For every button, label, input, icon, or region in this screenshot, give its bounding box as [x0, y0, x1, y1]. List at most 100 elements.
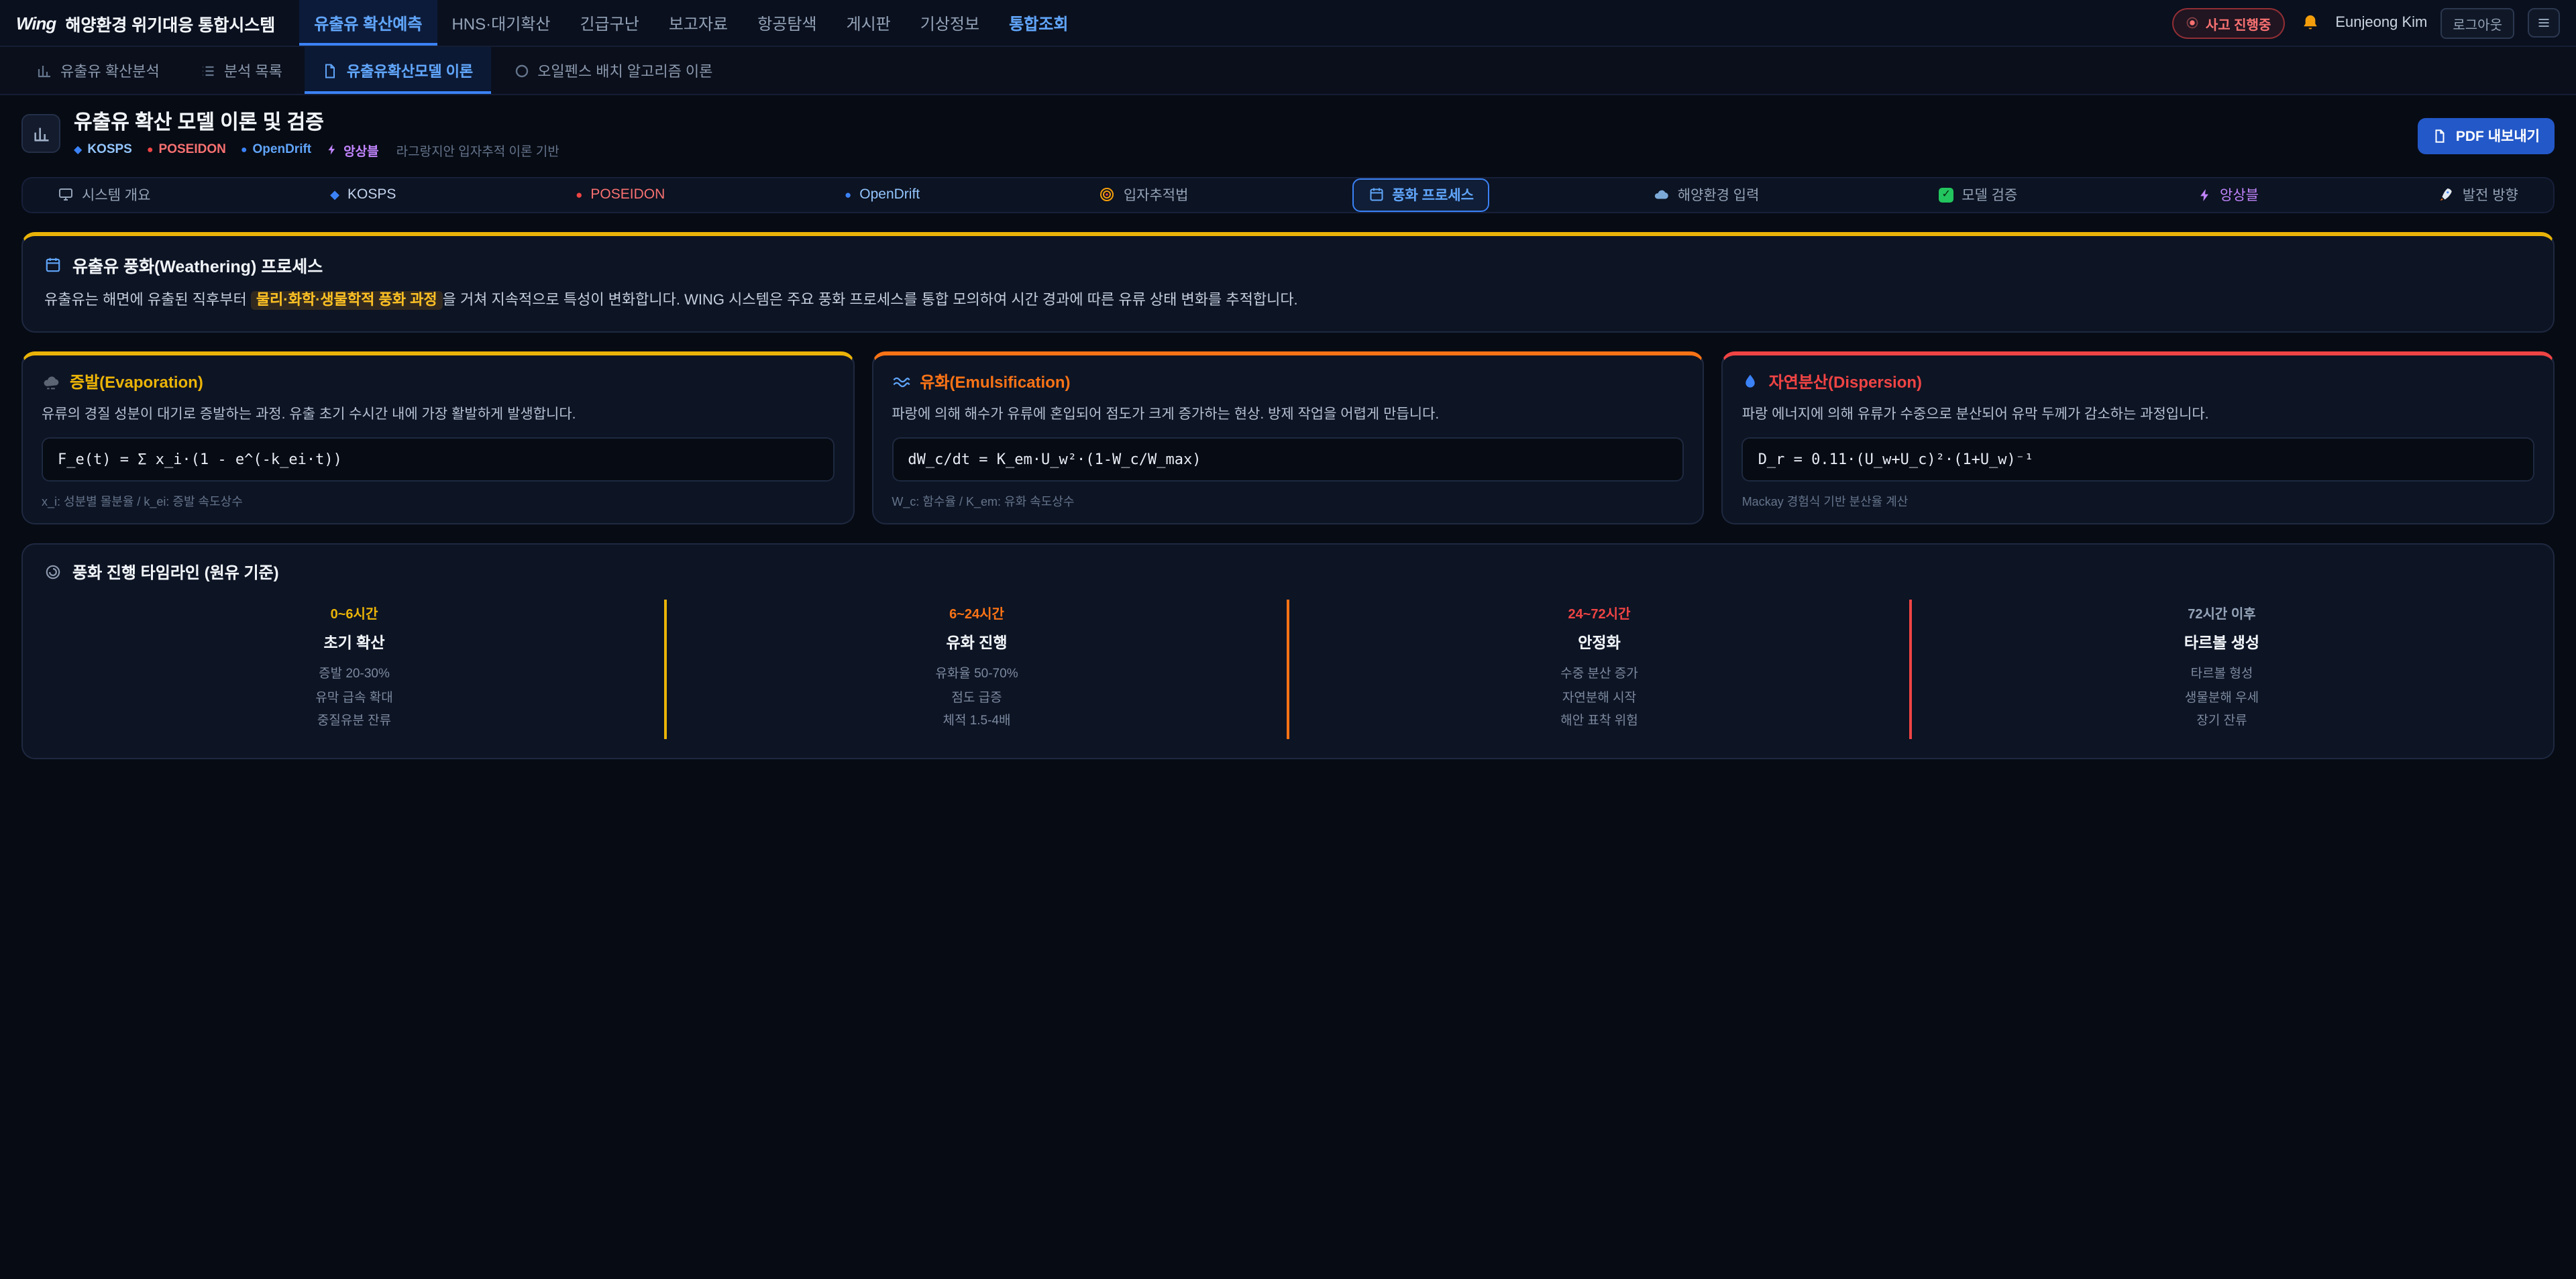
- page-content: 유출유 확산 모델 이론 및 검증 ◆ KOSPS ● POSEIDON ● O…: [0, 95, 2576, 759]
- bell-icon: [2300, 13, 2319, 32]
- brand[interactable]: Wing 해양환경 위기대응 통합시스템: [16, 0, 294, 46]
- logout-button[interactable]: 로그아웃: [2440, 7, 2514, 38]
- pdf-export-button[interactable]: PDF 내보내기: [2418, 118, 2555, 154]
- section-tab-label: 시스템 개요: [82, 184, 150, 205]
- timeline-title-row: 풍화 진행 타임라인 (원유 기준): [44, 561, 2532, 584]
- dot-icon: ●: [241, 144, 248, 155]
- incident-status-badge[interactable]: 사고 진행중: [2172, 7, 2285, 38]
- timeline-stage-after-72h: 72시간 이후 타르볼 생성 타르볼 형성 생물분해 우세 장기 잔류: [1909, 600, 2532, 739]
- stage-title: 유화 진행: [680, 632, 1273, 654]
- stage-item: 중질유분 잔류: [58, 710, 651, 734]
- stage-item: 증발 20-30%: [58, 663, 651, 687]
- section-tab-label: 해양환경 입력: [1678, 184, 1760, 205]
- stage-item: 해안 표착 위험: [1303, 710, 1896, 734]
- nav-item-emergency-rescue[interactable]: 긴급구난: [565, 0, 653, 46]
- badge-label: POSEIDON: [159, 142, 226, 157]
- hamburger-menu-button[interactable]: [2528, 8, 2560, 38]
- tab-analysis-list[interactable]: 분석 목록: [182, 47, 300, 94]
- pdf-button-label: PDF 내보내기: [2456, 126, 2540, 146]
- badge-label: KOSPS: [87, 142, 132, 157]
- section-tab-future-direction[interactable]: 발전 방향: [2422, 178, 2534, 211]
- desc-text: 을 거쳐 지속적으로 특성이 변화합니다. WING 시스템은 주요 풍화 프로…: [443, 292, 1298, 308]
- section-tab-ensemble[interactable]: 앙상블: [2181, 178, 2275, 211]
- badge-ensemble: 앙상블: [326, 140, 378, 159]
- monitor-icon: [58, 186, 74, 203]
- section-tab-weathering-process[interactable]: 풍화 프로세스: [1352, 178, 1490, 211]
- nav-item-reports[interactable]: 보고자료: [654, 0, 743, 46]
- timeline-stage-24-72h: 24~72시간 안정화 수중 분산 증가 자연분해 시작 해안 표착 위험: [1287, 600, 1909, 739]
- stage-item: 생물분해 우세: [1925, 687, 2518, 710]
- alert-dot-icon: [2186, 16, 2199, 30]
- page-title: 유출유 확산 모델 이론 및 검증: [74, 113, 559, 135]
- card-dispersion: 자연분산(Dispersion) 파랑 에너지에 의해 유류가 수중으로 분산되…: [1722, 351, 2555, 525]
- page-icon-box: [21, 114, 60, 153]
- stage-item: 점도 급증: [680, 687, 1273, 710]
- page-header-text: 유출유 확산 모델 이론 및 검증 ◆ KOSPS ● POSEIDON ● O…: [74, 113, 559, 159]
- formula-note: x_i: 성분별 몰분율 / k_ei: 증발 속도상수: [42, 493, 834, 510]
- tab-label: 유출유 확산분석: [60, 60, 160, 81]
- export-document-icon: [2433, 129, 2448, 144]
- tab-spill-analysis[interactable]: 유출유 확산분석: [19, 47, 177, 94]
- target-icon: [1099, 186, 1116, 203]
- diamond-icon: ◆: [74, 144, 82, 155]
- page-header: 유출유 확산 모델 이론 및 검증 ◆ KOSPS ● POSEIDON ● O…: [21, 113, 2555, 159]
- calendar-grid-icon: [1368, 186, 1384, 203]
- nav-item-board[interactable]: 게시판: [832, 0, 906, 46]
- section-tab-ocean-env-input[interactable]: 해양환경 입력: [1638, 178, 1776, 211]
- nav-item-weather-info[interactable]: 기상정보: [906, 0, 994, 46]
- stage-title: 초기 확산: [58, 632, 651, 654]
- timeline-stage-0-6h: 0~6시간 초기 확산 증발 20-30% 유막 급속 확대 중질유분 잔류: [44, 600, 664, 739]
- chart-icon: [36, 62, 52, 78]
- section-tab-label: 풍화 프로세스: [1392, 184, 1474, 205]
- stage-item: 유화율 50-70%: [680, 663, 1273, 687]
- document-icon: [323, 62, 339, 78]
- calendar-grid-icon: [44, 256, 62, 273]
- nav-item-hns-air-diffusion[interactable]: HNS·대기확산: [437, 0, 565, 46]
- tab-diffusion-model-theory[interactable]: 유출유확산모델 이론: [305, 47, 490, 94]
- section-tab-model-validation[interactable]: ✓ 모델 검증: [1923, 178, 2033, 211]
- cyclone-icon: [44, 564, 62, 581]
- stage-item: 자연분해 시작: [1303, 687, 1896, 710]
- cloud-icon: [1654, 186, 1670, 203]
- section-tab-particle-tracking[interactable]: 입자추적법: [1083, 178, 1205, 211]
- timeline-grid: 0~6시간 초기 확산 증발 20-30% 유막 급속 확대 중질유분 잔류 6…: [44, 600, 2532, 739]
- subnav-tabbar: 유출유 확산분석 분석 목록 유출유확산모델 이론 오일펜스 배치 알고리즘 이…: [0, 47, 2576, 95]
- section-tab-label: 모델 검증: [1962, 184, 2017, 205]
- card-description: 파랑에 의해 해수가 유류에 혼입되어 점도가 크게 증가하는 현상. 방제 작…: [892, 404, 1684, 426]
- stage-item: 유막 급속 확대: [58, 687, 651, 710]
- hamburger-icon: [2537, 15, 2551, 31]
- badge-label: OpenDrift: [253, 142, 312, 157]
- section-tab-poseidon[interactable]: ● POSEIDON: [559, 180, 681, 209]
- section-tab-system-overview[interactable]: 시스템 개요: [42, 178, 166, 211]
- section-tab-label: KOSPS: [347, 186, 396, 203]
- section-tabbar: 시스템 개요 ◆ KOSPS ● POSEIDON ● OpenDrift: [21, 176, 2555, 213]
- card-title-row: 유화(Emulsification): [892, 370, 1684, 393]
- tab-oil-fence-algorithm-theory[interactable]: 오일펜스 배치 알고리즘 이론: [496, 47, 730, 94]
- incident-badge-label: 사고 진행중: [2206, 13, 2271, 33]
- section-tab-opendrift[interactable]: ● OpenDrift: [828, 180, 936, 209]
- nav-item-oil-spill-prediction[interactable]: 유출유 확산예측: [299, 0, 437, 46]
- stage-time: 6~24시간: [680, 603, 1273, 623]
- card-title: 유화(Emulsification): [920, 370, 1070, 393]
- nav-item-integrated-search[interactable]: 통합조회: [994, 0, 1083, 46]
- stage-item: 수중 분산 증가: [1303, 663, 1896, 687]
- wing-logo-icon: Wing: [16, 13, 56, 33]
- notification-bell-button[interactable]: [2298, 11, 2322, 35]
- section-tab-kosps[interactable]: ◆ KOSPS: [314, 180, 412, 209]
- stage-title: 타르볼 생성: [1925, 632, 2518, 654]
- section-tab-label: 앙상블: [2220, 184, 2259, 205]
- rocket-icon: [2438, 186, 2455, 203]
- timeline-stage-6-24h: 6~24시간 유화 진행 유화율 50-70% 점도 급증 체적 1.5-4배: [664, 600, 1287, 739]
- check-icon: ✓: [1939, 187, 1953, 202]
- nav-item-aerial-search[interactable]: 항공탐색: [743, 0, 831, 46]
- droplet-icon: [1742, 373, 1760, 390]
- section-tab-label: POSEIDON: [590, 186, 665, 203]
- desc-text: 유출유는 해면에 유출된 직후부터: [44, 292, 251, 308]
- formula-box: dW_c/dt = K_em·U_w²·(1-W_c/W_max): [892, 438, 1684, 482]
- stage-title: 안정화: [1303, 632, 1896, 654]
- timeline-title: 풍화 진행 타임라인 (원유 기준): [72, 561, 279, 584]
- stage-time: 0~6시간: [58, 603, 651, 623]
- weathering-intro-panel: 유출유 풍화(Weathering) 프로세스 유출유는 해면에 유출된 직후부…: [21, 231, 2555, 333]
- desc-highlight: 물리·화학·생물학적 풍화 과정: [251, 290, 443, 309]
- list-icon: [200, 62, 216, 78]
